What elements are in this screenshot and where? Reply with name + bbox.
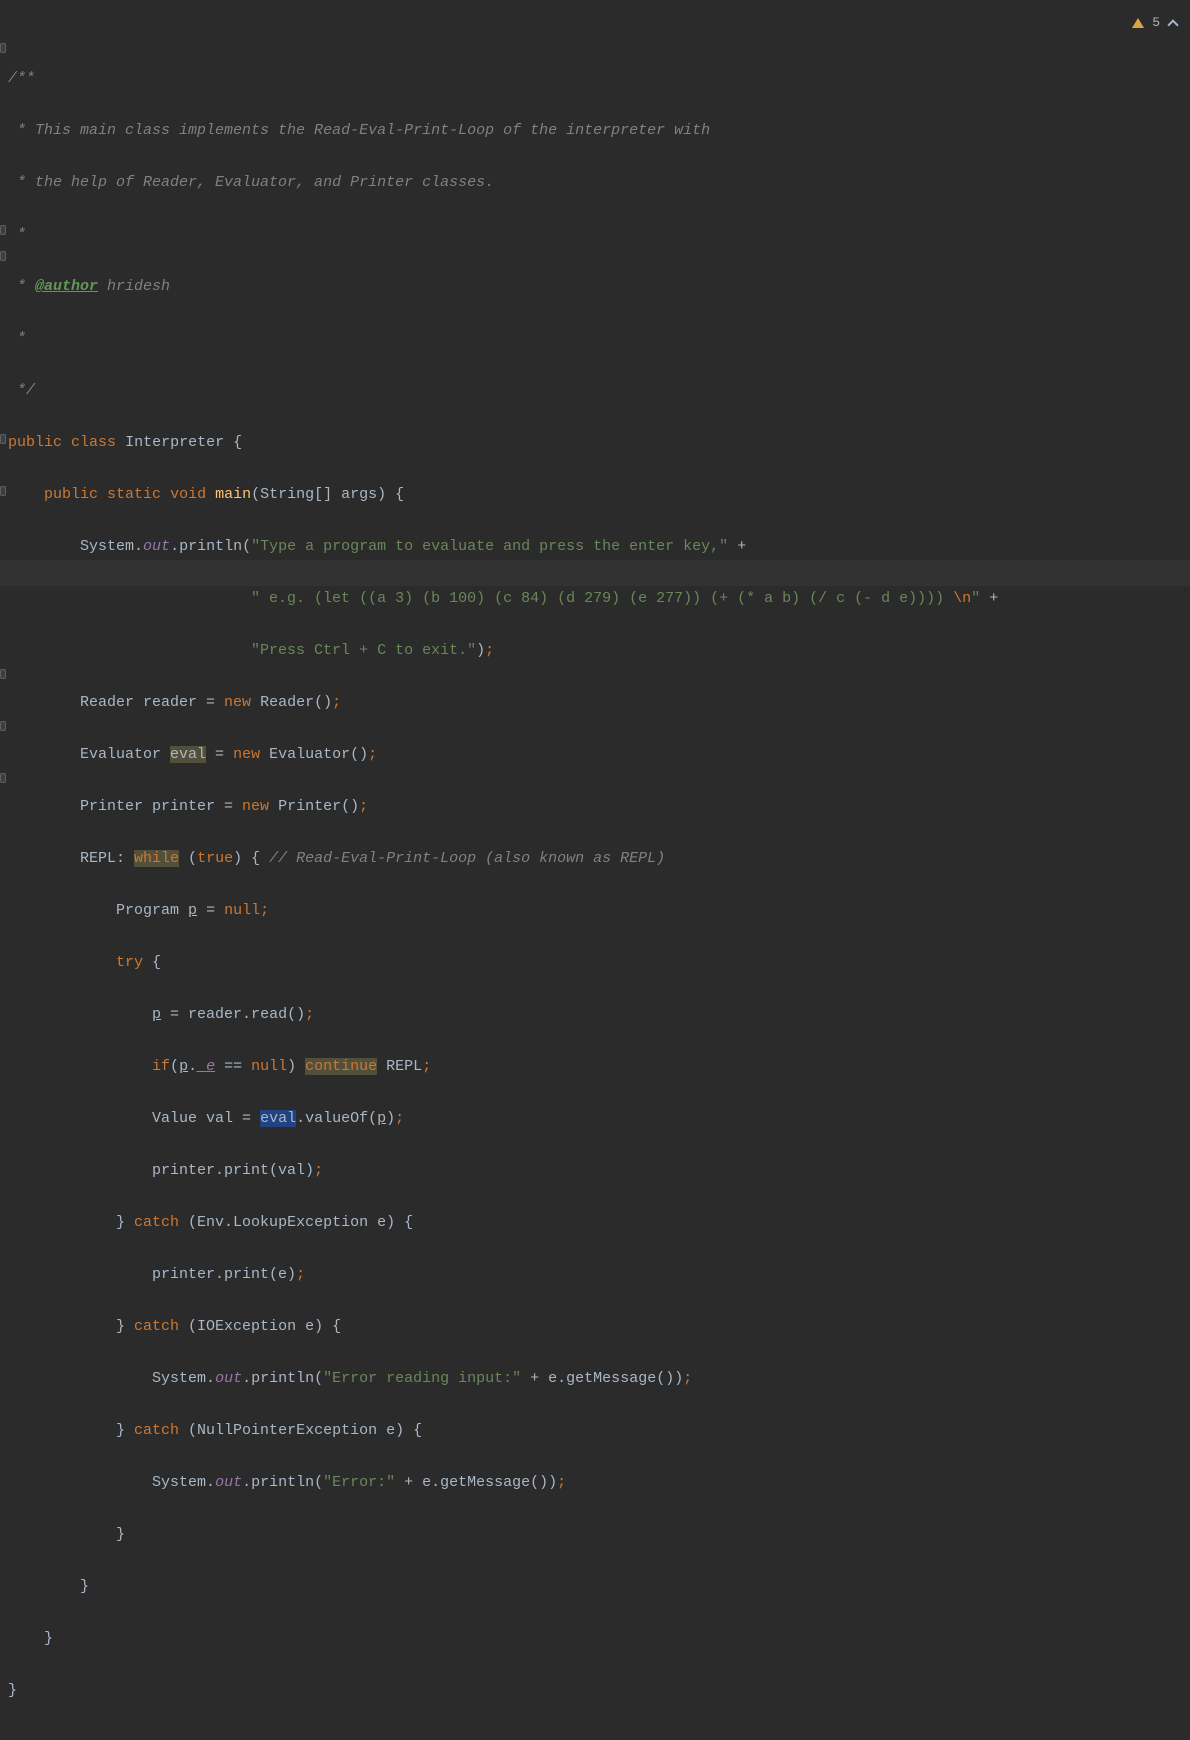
fold-mark[interactable] [0, 225, 6, 235]
code-line[interactable]: public class Interpreter { [8, 430, 1190, 456]
code-line[interactable]: } [8, 1522, 1190, 1548]
code-line[interactable]: Printer printer = new Printer(); [8, 794, 1190, 820]
code-line[interactable]: " e.g. (let ((a 3) (b 100) (c 84) (d 279… [8, 586, 1190, 612]
code-line[interactable]: * [8, 222, 1190, 248]
inspection-indicator[interactable]: 5 [1132, 10, 1178, 36]
code-line[interactable]: * @author hridesh [8, 274, 1190, 300]
code-line[interactable]: /** [8, 66, 1190, 92]
code-line[interactable]: System.out.println("Type a program to ev… [8, 534, 1190, 560]
code-line[interactable]: printer.print(val); [8, 1158, 1190, 1184]
code-line[interactable]: try { [8, 950, 1190, 976]
code-line[interactable]: "Press Ctrl + C to exit."); [8, 638, 1190, 664]
code-line[interactable]: System.out.println("Error reading input:… [8, 1366, 1190, 1392]
code-line[interactable]: p = reader.read(); [8, 1002, 1190, 1028]
fold-mark[interactable] [0, 721, 6, 731]
fold-mark[interactable] [0, 773, 6, 783]
code-line[interactable]: } [8, 1678, 1190, 1704]
code-line[interactable]: } catch (Env.LookupException e) { [8, 1210, 1190, 1236]
fold-mark[interactable] [0, 251, 6, 261]
chevron-up-icon[interactable] [1168, 18, 1178, 28]
fold-mark[interactable] [0, 43, 6, 53]
fold-mark[interactable] [0, 486, 6, 496]
code-line[interactable]: REPL: while (true) { // Read-Eval-Print-… [8, 846, 1190, 872]
code-line[interactable]: } catch (IOException e) { [8, 1314, 1190, 1340]
code-line[interactable]: } [8, 1626, 1190, 1652]
code-line[interactable]: Value val = eval.valueOf(p); [8, 1106, 1190, 1132]
code-line[interactable]: } [8, 1574, 1190, 1600]
code-line[interactable]: * This main class implements the Read-Ev… [8, 118, 1190, 144]
code-line[interactable]: Reader reader = new Reader(); [8, 690, 1190, 716]
warning-count: 5 [1152, 10, 1160, 36]
code-line[interactable]: */ [8, 378, 1190, 404]
code-line[interactable]: * [8, 326, 1190, 352]
code-line[interactable]: Program p = null; [8, 898, 1190, 924]
code-content[interactable]: /** * This main class implements the Rea… [8, 40, 1190, 1740]
code-line[interactable]: Evaluator eval = new Evaluator(); [8, 742, 1190, 768]
code-line[interactable]: public static void main(String[] args) { [8, 482, 1190, 508]
warning-icon [1132, 18, 1144, 28]
code-line[interactable]: System.out.println("Error:" + e.getMessa… [8, 1470, 1190, 1496]
fold-mark[interactable] [0, 434, 6, 444]
code-line[interactable]: printer.print(e); [8, 1262, 1190, 1288]
code-line[interactable]: * the help of Reader, Evaluator, and Pri… [8, 170, 1190, 196]
code-line[interactable]: } catch (NullPointerException e) { [8, 1418, 1190, 1444]
fold-mark[interactable] [0, 669, 6, 679]
code-line[interactable]: if(p._e == null) continue REPL; [8, 1054, 1190, 1080]
code-editor[interactable]: 5 /** * This main class implements the R… [0, 0, 1190, 870]
